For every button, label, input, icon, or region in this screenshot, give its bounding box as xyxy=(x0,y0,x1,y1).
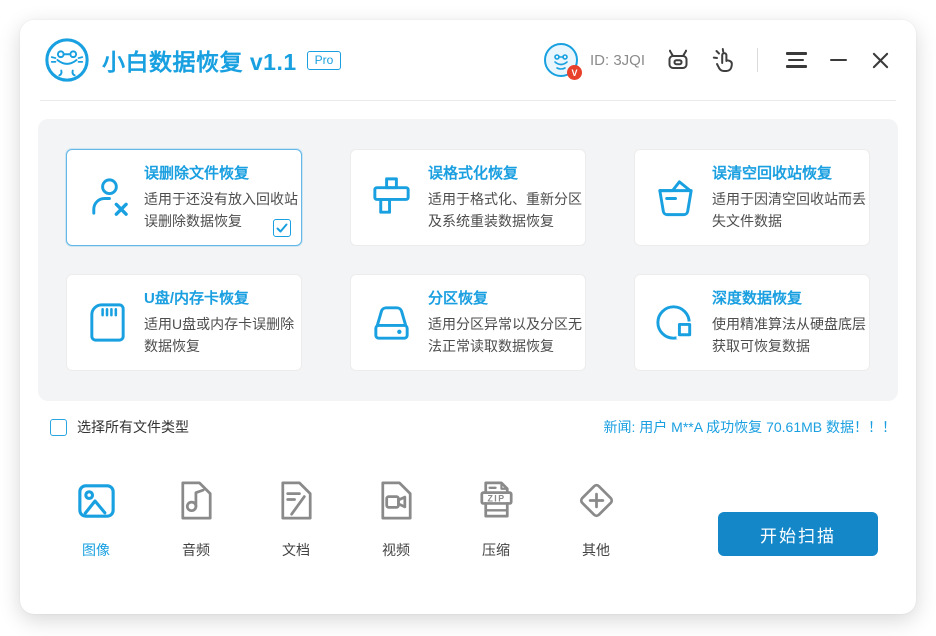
header-separator xyxy=(757,48,758,72)
app-window: 小白数据恢复 v1.1 Pro V ID: 3JQI 误删除文件恢复 适用于还没… xyxy=(20,20,916,614)
deep-scan-icon xyxy=(652,299,699,346)
video-file-icon xyxy=(373,477,420,524)
svg-text:ZIP: ZIP xyxy=(487,493,505,503)
user-delete-icon xyxy=(84,174,131,221)
file-type-audio[interactable]: 音频 xyxy=(146,477,246,560)
card-title: 误清空回收站恢复 xyxy=(712,165,833,183)
card-desc: 适用于格式化、重新分区及系统重装数据恢复 xyxy=(428,191,582,229)
robot-assistant-icon[interactable] xyxy=(665,47,691,73)
card-partition-recovery[interactable]: 分区恢复 适用分区异常以及分区无法正常读取数据恢复 xyxy=(350,274,586,371)
recovery-modes-panel: 误删除文件恢复 适用于还没有放入回收站误删除数据恢复 误格式化恢复 适用于格式化… xyxy=(38,119,898,401)
card-desc: 适用U盘或内存卡误删除数据恢复 xyxy=(144,316,295,354)
menu-button[interactable] xyxy=(784,48,808,72)
user-id-label: ID: 3JQI xyxy=(589,51,645,69)
card-title: 分区恢复 xyxy=(428,290,489,308)
format-brush-icon xyxy=(368,174,415,221)
card-desc: 适用于因清空回收站而丢失文件数据 xyxy=(712,191,866,229)
card-title: 误删除文件恢复 xyxy=(144,165,250,183)
file-type-label: 文档 xyxy=(282,542,310,558)
card-usb-sdcard-recovery[interactable]: U盘/内存卡恢复 适用U盘或内存卡误删除数据恢复 xyxy=(66,274,302,371)
card-title: 深度数据恢复 xyxy=(712,290,803,308)
file-type-label: 音频 xyxy=(182,542,210,558)
recycle-bin-minus-icon xyxy=(652,174,699,221)
hard-drive-icon xyxy=(368,299,415,346)
file-type-document[interactable]: 文档 xyxy=(246,477,346,560)
audio-file-icon xyxy=(173,477,220,524)
card-title: U盘/内存卡恢复 xyxy=(144,290,250,308)
file-type-label: 图像 xyxy=(82,542,110,558)
card-title: 误格式化恢复 xyxy=(428,165,519,183)
other-file-icon xyxy=(573,477,620,524)
file-type-label: 压缩 xyxy=(482,542,510,558)
card-desc: 使用精准算法从硬盘底层获取可恢复数据 xyxy=(712,316,866,354)
select-all-checkbox[interactable] xyxy=(50,418,67,436)
start-scan-button[interactable]: 开始扫描 xyxy=(718,512,878,556)
file-type-video[interactable]: 视频 xyxy=(346,477,446,560)
card-deep-recovery[interactable]: 深度数据恢复 使用精准算法从硬盘底层获取可恢复数据 xyxy=(634,274,870,371)
card-deleted-file-recovery[interactable]: 误删除文件恢复 适用于还没有放入回收站误删除数据恢复 xyxy=(66,149,302,246)
card-checkbox-checked[interactable] xyxy=(273,219,291,237)
title-bar: 小白数据恢复 v1.1 Pro V ID: 3JQI xyxy=(20,20,916,100)
hand-click-icon[interactable] xyxy=(711,47,737,73)
card-format-recovery[interactable]: 误格式化恢复 适用于格式化、重新分区及系统重装数据恢复 xyxy=(350,149,586,246)
options-row: 选择所有文件类型 新闻: 用户 M**A 成功恢复 70.61MB 数据！！！ xyxy=(50,417,896,437)
minimize-button[interactable] xyxy=(826,48,850,72)
file-type-label: 其他 xyxy=(582,542,610,558)
sd-card-icon xyxy=(84,299,131,346)
image-file-icon xyxy=(73,477,120,524)
vip-badge: V xyxy=(566,65,582,80)
card-recycle-bin-recovery[interactable]: 误清空回收站恢复 适用于因清空回收站而丢失文件数据 xyxy=(634,149,870,246)
header-divider xyxy=(40,100,896,101)
pro-badge: Pro xyxy=(306,50,342,70)
user-avatar[interactable]: V xyxy=(543,43,582,80)
file-type-label: 视频 xyxy=(382,542,410,558)
close-button[interactable] xyxy=(868,48,892,72)
document-file-icon xyxy=(273,477,320,524)
file-type-archive[interactable]: ZIP 压缩 xyxy=(446,477,546,560)
file-type-image[interactable]: 图像 xyxy=(46,477,146,560)
file-type-other[interactable]: 其他 xyxy=(546,477,646,560)
app-logo-icon xyxy=(44,37,90,83)
app-title: 小白数据恢复 v1.1 xyxy=(102,49,297,75)
card-desc: 适用分区异常以及分区无法正常读取数据恢复 xyxy=(428,316,582,354)
zip-file-icon: ZIP xyxy=(473,477,520,524)
news-ticker: 新闻: 用户 M**A 成功恢复 70.61MB 数据！！！ xyxy=(603,419,897,435)
select-all-label: 选择所有文件类型 xyxy=(77,419,189,435)
